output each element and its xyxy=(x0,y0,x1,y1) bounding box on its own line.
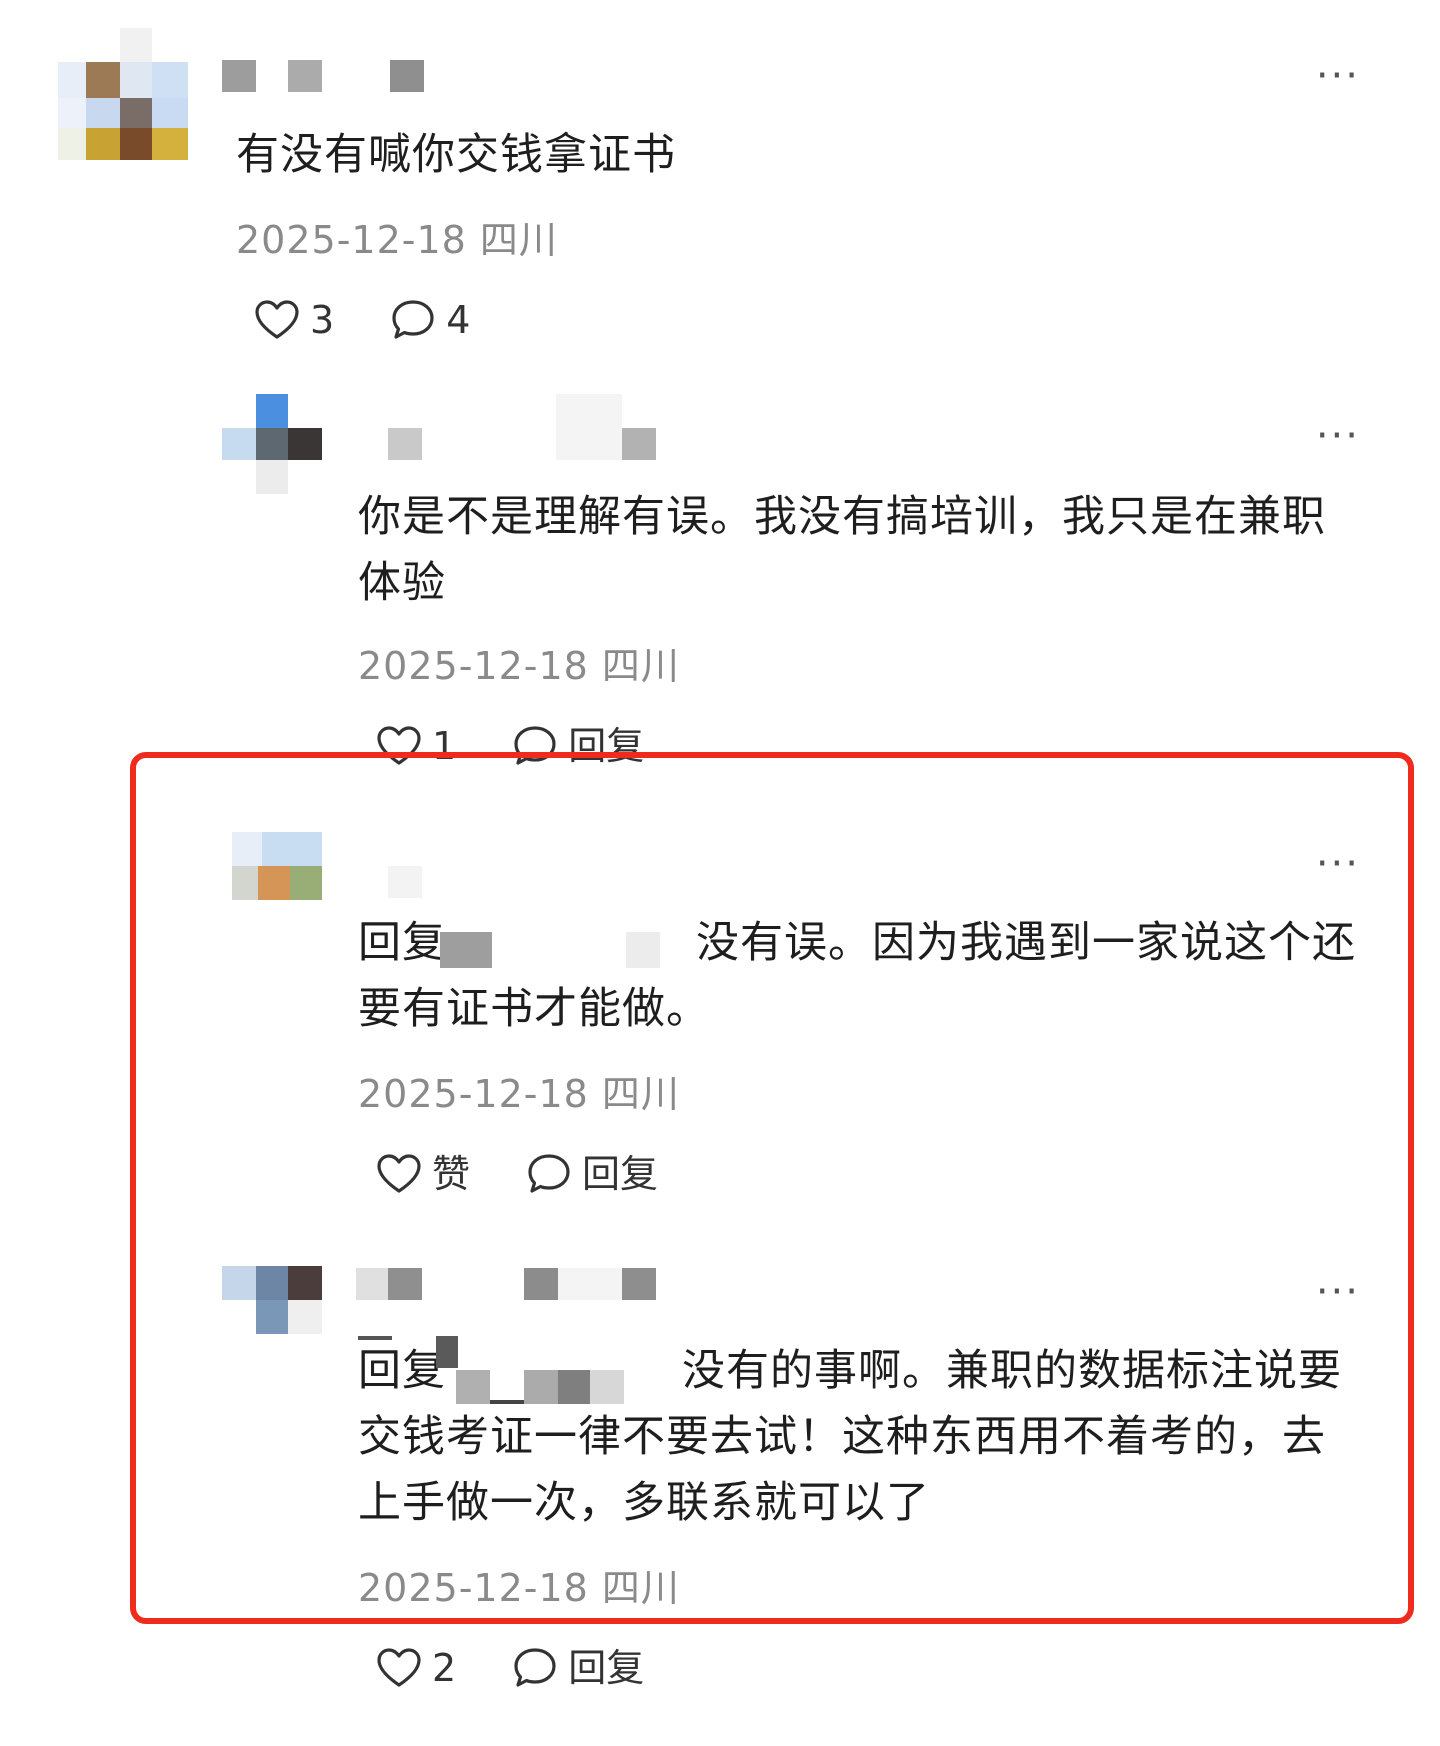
like-count: 3 xyxy=(310,298,335,342)
like-count: 2 xyxy=(432,1646,457,1690)
heart-icon xyxy=(254,299,300,341)
more-icon[interactable]: ··· xyxy=(1316,1272,1360,1312)
reply-count: 4 xyxy=(446,298,471,342)
username[interactable] xyxy=(388,866,422,898)
comment-text: 有没有喊你交钱拿证书 xyxy=(236,130,676,180)
comment-text: 没有误。因为我遇到一家说这个还要有证书才能做。 xyxy=(358,918,1356,1034)
comment-meta: 2025-12-18 四川 xyxy=(358,1566,680,1610)
username[interactable] xyxy=(356,1268,656,1302)
comment-text: 你是不是理解有误。我没有搞培训，我只是在兼职体验 xyxy=(358,492,1326,608)
like-button[interactable]: 2 xyxy=(366,1646,456,1690)
comment-meta: 2025-12-18 四川 xyxy=(358,644,680,688)
heart-icon xyxy=(376,1153,422,1195)
like-button[interactable]: 赞 xyxy=(366,1152,470,1196)
like-label: 赞 xyxy=(432,1152,471,1196)
comment-meta: 2025-12-18 四川 xyxy=(358,1072,680,1116)
comment-actions: 赞 回复 xyxy=(366,1152,704,1196)
reply-button[interactable]: 4 xyxy=(380,298,470,342)
username[interactable] xyxy=(388,394,668,466)
reply-button[interactable]: 回复 xyxy=(502,1646,644,1690)
more-icon[interactable]: ··· xyxy=(1316,416,1360,456)
reply-label: 回复 xyxy=(582,1152,659,1196)
comment-text: 没有的事啊。兼职的数据标注说要交钱考证一律不要去试！这种东西用不着考的，去上手做… xyxy=(358,1346,1342,1528)
comment-bubble-icon xyxy=(512,1646,558,1690)
comment-actions: 2 回复 xyxy=(366,1646,690,1690)
heart-icon xyxy=(376,1647,422,1689)
like-button[interactable]: 3 xyxy=(244,298,334,342)
reply-button[interactable]: 回复 xyxy=(516,1152,658,1196)
avatar[interactable] xyxy=(58,28,192,162)
comment-actions: 3 4 xyxy=(244,298,516,342)
comment-bubble-icon xyxy=(390,298,436,342)
avatar[interactable] xyxy=(232,832,322,900)
reply-label: 回复 xyxy=(568,1646,645,1690)
more-icon[interactable]: ··· xyxy=(1316,844,1360,884)
more-icon[interactable]: ··· xyxy=(1316,56,1360,96)
avatar[interactable] xyxy=(222,1266,322,1334)
username[interactable] xyxy=(222,60,424,94)
comment-meta: 2025-12-18 四川 xyxy=(236,218,558,262)
comment-bubble-icon xyxy=(526,1152,572,1196)
avatar[interactable] xyxy=(222,394,322,496)
